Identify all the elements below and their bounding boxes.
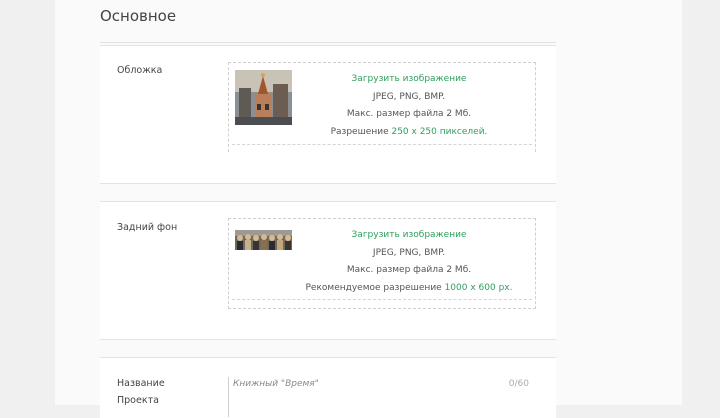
background-resolution-value: 1000 х 600 px. <box>444 282 513 293</box>
background-upload-dropzone[interactable]: Загрузить изображение JPEG, PNG, BMP. Ма… <box>228 218 536 309</box>
project-name-label-line2: Проекта <box>117 395 159 406</box>
project-name-label-line1: Название <box>117 378 165 389</box>
background-label: Задний фон <box>117 222 178 233</box>
cover-upload-info: Загрузить изображение JPEG, PNG, BMP. Ма… <box>291 71 527 141</box>
background-resolution: Рекомендуемое разрешение 1000 х 600 px. <box>291 280 527 298</box>
background-upload-link[interactable]: Загрузить изображение <box>291 227 527 245</box>
cover-dropzone-divider <box>232 144 532 145</box>
background-formats: JPEG, PNG, BMP. <box>372 247 446 258</box>
background-upload-info: Загрузить изображение JPEG, PNG, BMP. Ма… <box>291 227 527 297</box>
section-divider <box>100 42 556 43</box>
background-max-size: Макс. размер файла 2 Мб. <box>346 265 472 275</box>
section-title: Основное <box>100 7 177 25</box>
project-name-input[interactable]: Книжный "Время" 0/60 <box>228 377 537 417</box>
cover-upload-link[interactable]: Загрузить изображение <box>291 71 527 89</box>
cover-field-card: Обложка Загрузить изображение JPEG, PNG,… <box>100 45 556 184</box>
main-content: Основное Обложка Загрузить изображение J… <box>55 0 682 418</box>
background-field-card: Задний фон Загрузить изображение JPEG, P… <box>100 201 556 340</box>
project-name-label: Название Проекта <box>117 375 165 409</box>
cover-max-size: Макс. размер файла 2 Мб. <box>346 109 472 119</box>
background-dropzone-divider <box>232 299 532 300</box>
cover-resolution-value: 250 х 250 пикселей. <box>391 126 488 137</box>
cover-formats: JPEG, PNG, BMP. <box>372 91 446 102</box>
cover-label: Обложка <box>117 65 163 76</box>
background-thumbnail <box>235 230 292 250</box>
project-name-placeholder: Книжный "Время" <box>233 379 319 389</box>
cover-upload-dropzone[interactable]: Загрузить изображение JPEG, PNG, BMP. Ма… <box>228 62 536 152</box>
project-name-field-card: Название Проекта Книжный "Время" 0/60 <box>100 357 556 418</box>
project-name-counter: 0/60 <box>508 379 529 389</box>
cover-resolution-prefix: Разрешение <box>330 126 392 137</box>
cover-thumbnail <box>235 70 292 125</box>
background-resolution-prefix: Рекомендуемое разрешение <box>305 282 445 293</box>
cover-resolution: Разрешение 250 х 250 пикселей. <box>291 124 527 142</box>
